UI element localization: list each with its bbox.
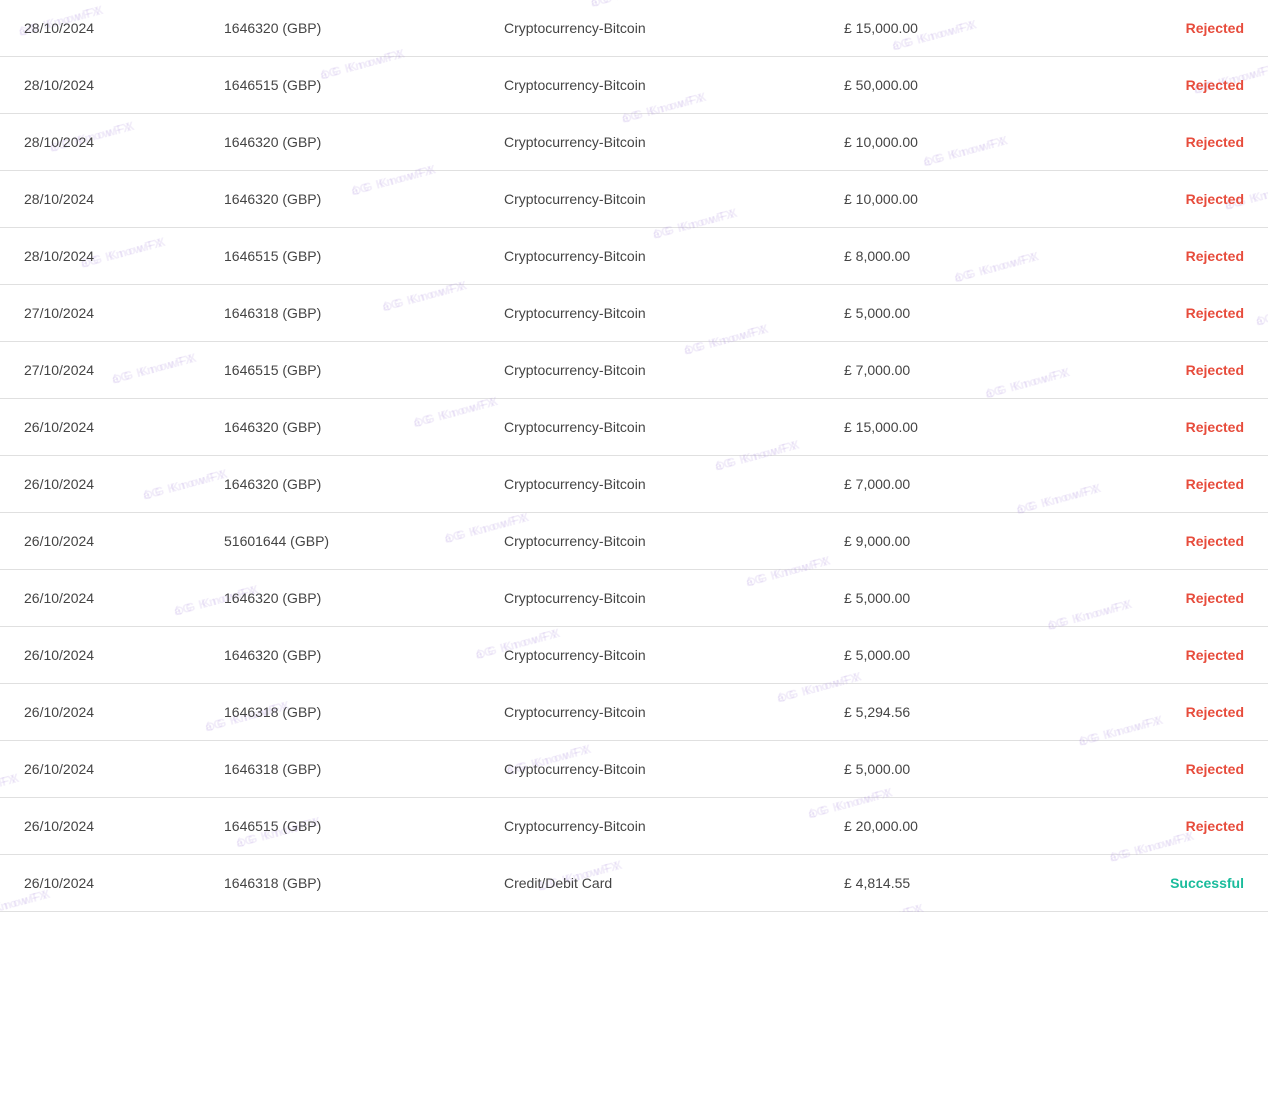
cell-amount: £ 5,000.00 bbox=[820, 627, 1040, 684]
cell-status: Rejected bbox=[1040, 342, 1268, 399]
cell-date: 28/10/2024 bbox=[0, 0, 200, 57]
cell-account: 1646515 (GBP) bbox=[200, 798, 480, 855]
cell-status: Rejected bbox=[1040, 513, 1268, 570]
table-row: 27/10/20241646318 (GBP)Cryptocurrency-Bi… bbox=[0, 285, 1268, 342]
cell-date: 27/10/2024 bbox=[0, 342, 200, 399]
cell-type: Cryptocurrency-Bitcoin bbox=[480, 684, 820, 741]
cell-status: Successful bbox=[1040, 855, 1268, 912]
cell-date: 26/10/2024 bbox=[0, 855, 200, 912]
cell-amount: £ 20,000.00 bbox=[820, 798, 1040, 855]
table-row: 28/10/20241646515 (GBP)Cryptocurrency-Bi… bbox=[0, 228, 1268, 285]
cell-status: Rejected bbox=[1040, 285, 1268, 342]
cell-date: 26/10/2024 bbox=[0, 570, 200, 627]
cell-type: Cryptocurrency-Bitcoin bbox=[480, 342, 820, 399]
cell-status: Rejected bbox=[1040, 57, 1268, 114]
cell-status: Rejected bbox=[1040, 570, 1268, 627]
cell-account: 1646320 (GBP) bbox=[200, 114, 480, 171]
cell-amount: £ 50,000.00 bbox=[820, 57, 1040, 114]
table-row: 28/10/20241646320 (GBP)Cryptocurrency-Bi… bbox=[0, 0, 1268, 57]
table-row: 28/10/20241646515 (GBP)Cryptocurrency-Bi… bbox=[0, 57, 1268, 114]
cell-status: Rejected bbox=[1040, 399, 1268, 456]
cell-status: Rejected bbox=[1040, 456, 1268, 513]
cell-account: 1646515 (GBP) bbox=[200, 228, 480, 285]
cell-type: Cryptocurrency-Bitcoin bbox=[480, 741, 820, 798]
cell-account: 1646320 (GBP) bbox=[200, 399, 480, 456]
cell-date: 28/10/2024 bbox=[0, 114, 200, 171]
cell-type: Credit/Debit Card bbox=[480, 855, 820, 912]
cell-type: Cryptocurrency-Bitcoin bbox=[480, 57, 820, 114]
cell-date: 26/10/2024 bbox=[0, 513, 200, 570]
table-row: 26/10/202451601644 (GBP)Cryptocurrency-B… bbox=[0, 513, 1268, 570]
cell-date: 28/10/2024 bbox=[0, 228, 200, 285]
cell-status: Rejected bbox=[1040, 0, 1268, 57]
cell-amount: £ 9,000.00 bbox=[820, 513, 1040, 570]
cell-account: 1646320 (GBP) bbox=[200, 570, 480, 627]
cell-status: Rejected bbox=[1040, 684, 1268, 741]
cell-type: Cryptocurrency-Bitcoin bbox=[480, 399, 820, 456]
cell-date: 26/10/2024 bbox=[0, 456, 200, 513]
cell-amount: £ 5,294.56 bbox=[820, 684, 1040, 741]
cell-status: Rejected bbox=[1040, 798, 1268, 855]
cell-date: 27/10/2024 bbox=[0, 285, 200, 342]
cell-status: Rejected bbox=[1040, 228, 1268, 285]
cell-date: 28/10/2024 bbox=[0, 171, 200, 228]
table-row: 28/10/20241646320 (GBP)Cryptocurrency-Bi… bbox=[0, 171, 1268, 228]
cell-account: 1646515 (GBP) bbox=[200, 342, 480, 399]
cell-amount: £ 15,000.00 bbox=[820, 0, 1040, 57]
cell-amount: £ 7,000.00 bbox=[820, 456, 1040, 513]
table-row: 26/10/20241646318 (GBP)Cryptocurrency-Bi… bbox=[0, 741, 1268, 798]
cell-account: 1646320 (GBP) bbox=[200, 627, 480, 684]
cell-type: Cryptocurrency-Bitcoin bbox=[480, 114, 820, 171]
cell-date: 26/10/2024 bbox=[0, 399, 200, 456]
cell-type: Cryptocurrency-Bitcoin bbox=[480, 171, 820, 228]
cell-amount: £ 4,814.55 bbox=[820, 855, 1040, 912]
transactions-table-container: áG KnowFX ⊙G KnowFX 28/10/20241646320 (G… bbox=[0, 0, 1268, 912]
cell-amount: £ 10,000.00 bbox=[820, 114, 1040, 171]
cell-date: 26/10/2024 bbox=[0, 627, 200, 684]
cell-type: Cryptocurrency-Bitcoin bbox=[480, 513, 820, 570]
cell-status: Rejected bbox=[1040, 171, 1268, 228]
cell-status: Rejected bbox=[1040, 741, 1268, 798]
cell-status: Rejected bbox=[1040, 114, 1268, 171]
table-row: 26/10/20241646515 (GBP)Cryptocurrency-Bi… bbox=[0, 798, 1268, 855]
cell-type: Cryptocurrency-Bitcoin bbox=[480, 456, 820, 513]
table-row: 26/10/20241646320 (GBP)Cryptocurrency-Bi… bbox=[0, 456, 1268, 513]
table-row: 28/10/20241646320 (GBP)Cryptocurrency-Bi… bbox=[0, 114, 1268, 171]
cell-amount: £ 5,000.00 bbox=[820, 570, 1040, 627]
cell-date: 26/10/2024 bbox=[0, 798, 200, 855]
table-row: 27/10/20241646515 (GBP)Cryptocurrency-Bi… bbox=[0, 342, 1268, 399]
cell-amount: £ 8,000.00 bbox=[820, 228, 1040, 285]
cell-account: 1646318 (GBP) bbox=[200, 741, 480, 798]
cell-account: 1646318 (GBP) bbox=[200, 684, 480, 741]
cell-date: 26/10/2024 bbox=[0, 684, 200, 741]
table-row: 26/10/20241646320 (GBP)Cryptocurrency-Bi… bbox=[0, 627, 1268, 684]
cell-account: 51601644 (GBP) bbox=[200, 513, 480, 570]
table-row: 26/10/20241646318 (GBP)Cryptocurrency-Bi… bbox=[0, 684, 1268, 741]
table-row: 26/10/20241646320 (GBP)Cryptocurrency-Bi… bbox=[0, 570, 1268, 627]
cell-status: Rejected bbox=[1040, 627, 1268, 684]
cell-account: 1646320 (GBP) bbox=[200, 171, 480, 228]
cell-type: Cryptocurrency-Bitcoin bbox=[480, 0, 820, 57]
table-row: 26/10/20241646320 (GBP)Cryptocurrency-Bi… bbox=[0, 399, 1268, 456]
cell-amount: £ 10,000.00 bbox=[820, 171, 1040, 228]
cell-account: 1646320 (GBP) bbox=[200, 0, 480, 57]
cell-account: 1646515 (GBP) bbox=[200, 57, 480, 114]
transactions-table: 28/10/20241646320 (GBP)Cryptocurrency-Bi… bbox=[0, 0, 1268, 912]
cell-amount: £ 5,000.00 bbox=[820, 741, 1040, 798]
cell-type: Cryptocurrency-Bitcoin bbox=[480, 285, 820, 342]
cell-amount: £ 7,000.00 bbox=[820, 342, 1040, 399]
cell-account: 1646318 (GBP) bbox=[200, 285, 480, 342]
cell-date: 28/10/2024 bbox=[0, 57, 200, 114]
cell-date: 26/10/2024 bbox=[0, 741, 200, 798]
cell-type: Cryptocurrency-Bitcoin bbox=[480, 570, 820, 627]
cell-account: 1646318 (GBP) bbox=[200, 855, 480, 912]
cell-amount: £ 15,000.00 bbox=[820, 399, 1040, 456]
table-row: 26/10/20241646318 (GBP)Credit/Debit Card… bbox=[0, 855, 1268, 912]
cell-type: Cryptocurrency-Bitcoin bbox=[480, 228, 820, 285]
cell-type: Cryptocurrency-Bitcoin bbox=[480, 798, 820, 855]
cell-type: Cryptocurrency-Bitcoin bbox=[480, 627, 820, 684]
cell-account: 1646320 (GBP) bbox=[200, 456, 480, 513]
cell-amount: £ 5,000.00 bbox=[820, 285, 1040, 342]
